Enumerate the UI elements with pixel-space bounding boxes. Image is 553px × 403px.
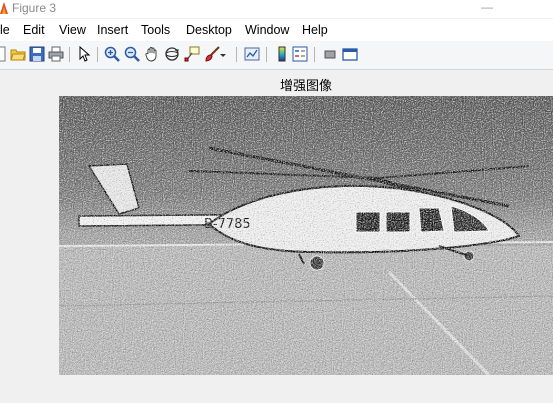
rotate-3d-icon[interactable]: [164, 46, 180, 62]
title-bar: Figure 3 —: [0, 0, 553, 18]
toolbar-separator: [314, 47, 315, 62]
helicopter-image-render: B-7785: [59, 96, 553, 375]
registration-marking: B-7785: [204, 217, 251, 232]
hide-plot-tools-icon[interactable]: [322, 46, 338, 62]
insert-legend-icon[interactable]: [292, 46, 308, 62]
toolbar-separator: [97, 47, 98, 62]
toolbar-separator: [266, 47, 267, 62]
figure-window: Figure 3 — le Edit View Insert Tools Des…: [0, 0, 553, 403]
zoom-out-icon[interactable]: [124, 46, 140, 62]
matlab-logo-icon: [0, 2, 8, 14]
zoom-in-icon[interactable]: [104, 46, 120, 62]
data-cursor-icon[interactable]: [184, 46, 200, 62]
minimize-button[interactable]: —: [480, 0, 494, 16]
menu-window[interactable]: Window: [245, 23, 289, 37]
link-plot-icon[interactable]: [244, 46, 260, 62]
print-icon[interactable]: [48, 46, 64, 62]
menu-insert[interactable]: Insert: [97, 23, 128, 37]
menu-help[interactable]: Help: [302, 23, 328, 37]
toolbar-separator: [236, 47, 237, 62]
menu-view[interactable]: View: [59, 23, 86, 37]
new-figure-icon[interactable]: [0, 46, 8, 62]
menu-desktop[interactable]: Desktop: [186, 23, 232, 37]
show-plot-tools-icon[interactable]: [342, 46, 358, 62]
brush-icon[interactable]: [204, 46, 220, 62]
save-icon[interactable]: [29, 46, 45, 62]
figure-toolbar: [0, 41, 553, 70]
insert-colorbar-icon[interactable]: [274, 46, 290, 62]
window-title: Figure 3: [12, 1, 57, 15]
menu-bar: le Edit View Insert Tools Desktop Window…: [0, 19, 553, 41]
pan-hand-icon[interactable]: [144, 46, 160, 62]
axes-title: 增强图像: [279, 78, 332, 93]
menu-tools[interactable]: Tools: [141, 23, 170, 37]
open-file-icon[interactable]: [10, 46, 26, 62]
menu-edit[interactable]: Edit: [23, 23, 45, 37]
toolbar-separator: [69, 47, 70, 62]
menu-file[interactable]: le: [0, 23, 10, 37]
edit-plot-arrow-icon[interactable]: [76, 46, 92, 62]
brush-dropdown-icon[interactable]: [219, 46, 227, 62]
enhanced-helicopter-image: B-7785: [59, 96, 553, 375]
